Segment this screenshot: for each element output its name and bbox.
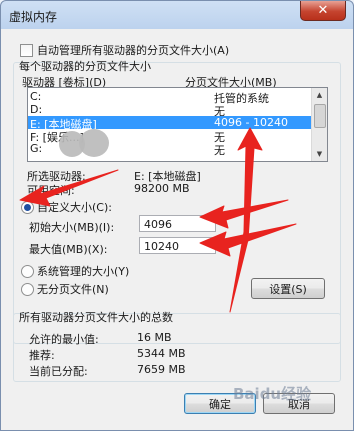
max-size-input[interactable]: 10240 — [139, 237, 216, 254]
list-item[interactable]: D: 无 — [28, 103, 312, 118]
scroll-up-icon[interactable]: ▲ — [313, 89, 326, 101]
no-paging-radio[interactable] — [21, 283, 34, 296]
close-button[interactable]: ✕ — [300, 1, 346, 21]
allocated-label: 当前已分配: — [29, 365, 88, 378]
dialog-client: 自动管理所有驱动器的分页文件大小(A) 每个驱动器的分页文件大小 驱动器 [卷标… — [7, 29, 345, 421]
custom-size-radio[interactable] — [21, 201, 34, 214]
initial-size-label: 初始大小(MB)(I): — [29, 221, 115, 234]
system-managed-radio[interactable] — [21, 265, 34, 278]
scroll-down-icon[interactable]: ▼ — [313, 148, 326, 160]
drives-group-title: 每个驱动器的分页文件大小 — [19, 60, 151, 73]
set-button[interactable]: 设置(S) — [251, 278, 325, 299]
list-item[interactable]: C: 托管的系统 — [28, 90, 312, 105]
allocated-value: 7659 MB — [137, 363, 186, 376]
scroll-thumb[interactable] — [314, 104, 326, 128]
auto-manage-label[interactable]: 自动管理所有驱动器的分页文件大小(A) — [37, 42, 229, 58]
recommended-label: 推荐: — [29, 349, 55, 362]
system-managed-label[interactable]: 系统管理的大小(Y) — [37, 263, 129, 279]
list-scrollbar[interactable]: ▲ ▼ — [311, 88, 327, 161]
radio-selected-dot — [24, 204, 31, 211]
custom-size-label[interactable]: 自定义大小(C): — [37, 199, 112, 215]
list-item-selected[interactable]: E: [本地磁盘] 4096 - 10240 — [28, 116, 312, 131]
recommended-value: 5344 MB — [137, 347, 186, 360]
min-allowed-label: 允许的最小值: — [29, 333, 99, 346]
watermark-logo: Baidu经验 — [233, 385, 312, 403]
blur-blob — [79, 129, 109, 157]
initial-size-input[interactable]: 4096 — [139, 215, 216, 232]
no-paging-label[interactable]: 无分页文件(N) — [37, 281, 109, 297]
auto-manage-checkbox[interactable] — [20, 44, 33, 57]
free-space-label: 可用空间: — [27, 184, 75, 197]
free-space-value: 98200 MB — [134, 182, 190, 195]
window-title: 虚拟内存 — [9, 10, 58, 24]
totals-group-title: 所有驱动器分页文件大小的总数 — [19, 311, 173, 324]
close-icon: ✕ — [317, 3, 329, 18]
max-size-label: 最大值(MB)(X): — [29, 243, 108, 256]
min-allowed-value: 16 MB — [137, 331, 172, 344]
